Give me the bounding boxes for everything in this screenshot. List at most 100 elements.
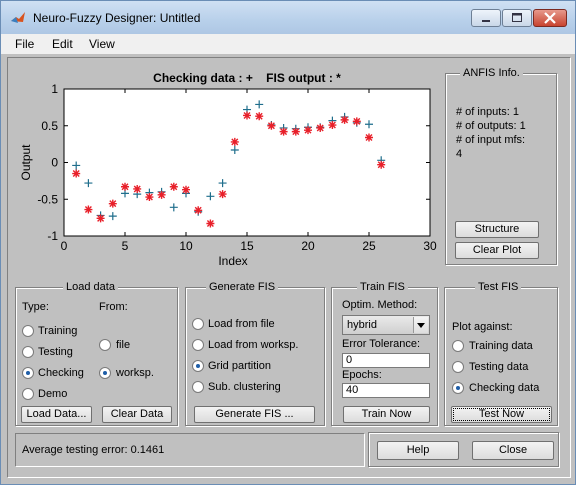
fis-output-point: [218, 190, 227, 199]
close-icon: [544, 12, 556, 24]
y-axis-label: Output: [19, 144, 33, 181]
window-title: Neuro-Fuzzy Designer: Untitled: [33, 11, 201, 25]
y-tick-label: 0: [51, 156, 58, 170]
client-area: Checking data : + FIS output : * 0 5 10 15 20…: [7, 57, 571, 478]
gen-load-file-label: Load from file: [208, 318, 275, 330]
plot-testing-radio[interactable]: [452, 361, 464, 373]
test-now-button[interactable]: Test Now: [451, 406, 552, 423]
type-checking-radio[interactable]: [22, 367, 34, 379]
type-testing-radio[interactable]: [22, 346, 34, 358]
structure-button[interactable]: Structure: [455, 221, 539, 238]
info-input-mfs: # of input mfs:: [456, 134, 526, 146]
type-checking-label: Checking: [38, 367, 84, 379]
gen-load-workspace-radio[interactable]: [192, 339, 204, 351]
fis-output-point: [72, 169, 81, 178]
menu-view[interactable]: View: [89, 37, 115, 51]
type-training-radio[interactable]: [22, 325, 34, 337]
type-training-label: Training: [38, 325, 78, 337]
fis-output-point: [96, 214, 105, 223]
x-axis-label: Index: [218, 254, 247, 268]
fis-output-point: [243, 111, 251, 120]
optim-method-value: hybrid: [347, 319, 377, 331]
x-tick-label: 10: [179, 239, 193, 253]
gen-grid-partition-radio[interactable]: [192, 360, 204, 372]
train-now-button[interactable]: Train Now: [343, 406, 430, 423]
status-bar: Average testing error: 0.1461: [15, 433, 365, 467]
y-tick-label: -0.5: [37, 192, 58, 206]
fis-output-point: [365, 133, 373, 142]
from-label: From:: [99, 301, 128, 313]
x-tick-label: 15: [240, 239, 254, 253]
fis-output-point: [157, 190, 166, 199]
epochs-label: Epochs:: [342, 369, 382, 381]
source-file-radio[interactable]: [99, 339, 111, 351]
x-tick-label: 25: [362, 239, 376, 253]
type-testing-label: Testing: [38, 346, 73, 358]
close-window-button[interactable]: [533, 9, 567, 27]
x-tick-label: 5: [122, 239, 129, 253]
type-demo-radio[interactable]: [22, 388, 34, 400]
chevron-down-icon: [413, 317, 428, 333]
train-fis-title: Train FIS: [357, 281, 408, 293]
type-label: Type:: [22, 301, 49, 313]
info-outputs: # of outputs: 1: [456, 120, 526, 132]
gen-grid-partition-label: Grid partition: [208, 360, 271, 372]
test-fis-panel: Test FIS Plot against: Training data Tes…: [444, 281, 558, 426]
load-data-button[interactable]: Load Data...: [21, 406, 92, 423]
source-file-label: file: [116, 339, 131, 351]
anfis-info-panel: ANFIS Info. # of inputs: 1 # of outputs:…: [445, 67, 557, 265]
optim-method-select[interactable]: hybrid: [342, 315, 430, 335]
epochs-input[interactable]: 40: [342, 383, 430, 398]
plot-against-label: Plot against:: [452, 321, 513, 333]
error-tolerance-input[interactable]: 0: [342, 353, 430, 368]
close-button[interactable]: Close: [472, 441, 554, 460]
fis-output-point: [133, 184, 142, 193]
generate-fis-button[interactable]: Generate FIS ...: [194, 406, 315, 423]
clear-plot-button[interactable]: Clear Plot: [455, 242, 539, 259]
minimize-button[interactable]: [471, 9, 501, 27]
fis-output-point: [206, 219, 215, 228]
fis-output-point: [84, 205, 93, 214]
plot-testing-label: Testing data: [469, 361, 529, 373]
plot-title: Checking data : + FIS output : *: [153, 71, 341, 85]
clear-data-button[interactable]: Clear Data: [102, 406, 172, 423]
fis-output-point: [230, 137, 239, 146]
fis-output-point: [316, 123, 325, 132]
fis-output-point: [108, 199, 117, 208]
type-demo-label: Demo: [38, 388, 68, 400]
help-button[interactable]: Help: [377, 441, 459, 460]
anfis-info-title: ANFIS Info.: [460, 67, 523, 79]
fis-output-point: [291, 127, 300, 136]
title-bar[interactable]: Neuro-Fuzzy Designer: Untitled: [1, 1, 575, 34]
minimize-icon: [482, 20, 490, 22]
info-input-mfs-value: 4: [456, 148, 463, 160]
fis-output-point: [279, 127, 288, 136]
fis-output-point: [267, 121, 276, 130]
x-tick-label: 0: [61, 239, 68, 253]
error-tolerance-label: Error Tolerance:: [342, 338, 421, 350]
menu-file[interactable]: File: [15, 37, 34, 51]
x-tick-label: 30: [423, 239, 437, 253]
footer-button-panel: Help Close: [368, 432, 559, 467]
load-data-title: Load data: [63, 281, 118, 293]
maximize-button[interactable]: [502, 9, 532, 27]
gen-sub-clustering-label: Sub. clustering: [208, 381, 281, 393]
menu-bar: File Edit View: [1, 34, 575, 54]
main-window: Neuro-Fuzzy Designer: Untitled File Edit…: [0, 0, 576, 485]
gen-load-file-radio[interactable]: [192, 318, 204, 330]
matlab-app-icon: [11, 12, 25, 23]
fis-output-point: [328, 121, 337, 130]
y-tick-label: 0.5: [41, 119, 58, 133]
fis-output-point: [255, 112, 264, 121]
menu-edit[interactable]: Edit: [52, 37, 73, 51]
plot-checking-radio[interactable]: [452, 382, 464, 394]
test-fis-title: Test FIS: [475, 281, 522, 293]
plot-training-radio[interactable]: [452, 340, 464, 352]
fis-output-point: [377, 160, 386, 169]
gen-sub-clustering-radio[interactable]: [192, 381, 204, 393]
plot-training-label: Training data: [469, 340, 533, 352]
fis-output-point: [182, 185, 190, 194]
optim-method-label: Optim. Method:: [342, 299, 418, 311]
source-workspace-radio[interactable]: [99, 367, 111, 379]
data-plot: Checking data : + FIS output : *0 5 10 15 20…: [19, 71, 437, 268]
